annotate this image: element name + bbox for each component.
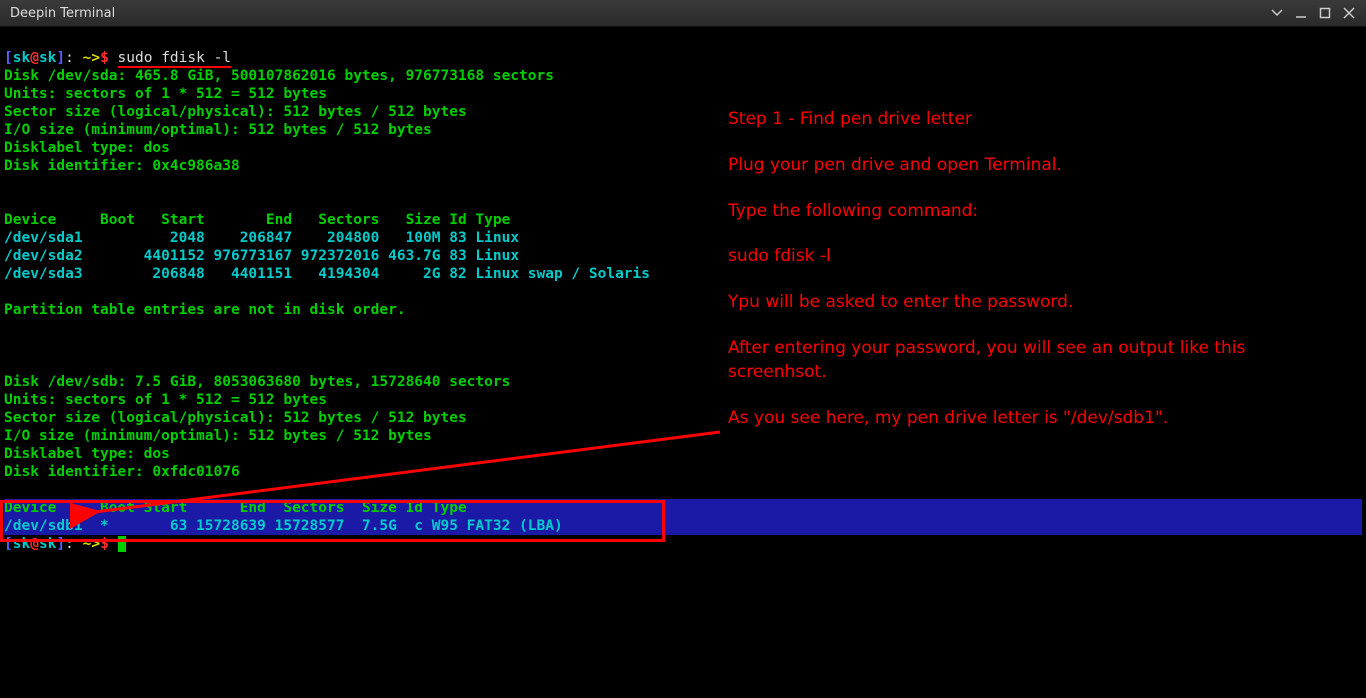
partition-warning: Partition table entries are not in disk … xyxy=(4,302,406,318)
disk-sdb-io: I/O size (minimum/optimal): 512 bytes / … xyxy=(4,428,432,444)
table-row: /dev/sdb1 * 63 15728639 15728577 7.5G c … xyxy=(4,518,563,534)
blank-line xyxy=(4,482,13,498)
window-title: Deepin Terminal xyxy=(6,6,1270,21)
blank-line xyxy=(4,284,13,300)
prompt-dollar: $ xyxy=(100,50,117,66)
annotation-text: Ypu will be asked to enter the password. xyxy=(728,291,1348,315)
prompt-line: [sk@sk]: ~>$ sudo fdisk -l xyxy=(4,50,231,68)
disk-sdb-sector: Sector size (logical/physical): 512 byte… xyxy=(4,410,467,426)
prompt-bracket: [ xyxy=(4,50,13,66)
blank-line xyxy=(4,320,13,336)
table-sda-header: Device Boot Start End Sectors Size Id Ty… xyxy=(4,212,510,228)
table-row: /dev/sda3 206848 4401151 4194304 2G 82 L… xyxy=(4,266,650,282)
prompt-bracket-close: ] xyxy=(56,50,65,66)
annotation-text: After entering your password, you will s… xyxy=(728,337,1348,385)
minimize-icon[interactable] xyxy=(1294,6,1308,20)
disk-sdb-units: Units: sectors of 1 * 512 = 512 bytes xyxy=(4,392,327,408)
disk-sdb-header: Disk /dev/sdb: 7.5 GiB, 8053063680 bytes… xyxy=(4,374,510,390)
disk-sda-header: Disk /dev/sda: 465.8 GiB, 500107862016 b… xyxy=(4,68,554,84)
sdb-table: Device Boot Start End Sectors Size Id Ty… xyxy=(4,500,1362,534)
terminal-cursor xyxy=(118,536,127,552)
table-sdb-header: Device Boot Start End Sectors Size Id Ty… xyxy=(4,500,467,516)
annotation-panel: Step 1 - Find pen drive letter Plug your… xyxy=(728,108,1348,452)
prompt-host: sk xyxy=(39,50,56,66)
blank-line xyxy=(4,356,13,372)
blank-line xyxy=(4,176,13,192)
disk-sda-sector: Sector size (logical/physical): 512 byte… xyxy=(4,104,467,120)
prompt-line-2: [sk@sk]: ~>$ xyxy=(4,536,126,552)
table-row: /dev/sda1 2048 206847 204800 100M 83 Lin… xyxy=(4,230,519,246)
window-titlebar: Deepin Terminal xyxy=(0,0,1366,27)
annotation-step: Step 1 - Find pen drive letter xyxy=(728,108,1348,132)
close-icon[interactable] xyxy=(1342,6,1356,20)
prompt-at: @ xyxy=(30,50,39,66)
menu-icon[interactable] xyxy=(1270,6,1284,20)
table-row: /dev/sda2 4401152 976773167 972372016 46… xyxy=(4,248,519,264)
blank-line xyxy=(4,194,13,210)
window-controls xyxy=(1270,6,1360,20)
blank-line xyxy=(4,338,13,354)
disk-sda-labeltype: Disklabel type: dos xyxy=(4,140,170,156)
disk-sdb-identifier: Disk identifier: 0xfdc01076 xyxy=(4,464,240,480)
disk-sda-identifier: Disk identifier: 0x4c986a38 xyxy=(4,158,240,174)
disk-sda-io: I/O size (minimum/optimal): 512 bytes / … xyxy=(4,122,432,138)
command-text: sudo fdisk -l xyxy=(118,50,232,68)
disk-sdb-labeltype: Disklabel type: dos xyxy=(4,446,170,462)
annotation-text: Type the following command: xyxy=(728,200,1348,224)
prompt-path: ~> xyxy=(83,50,100,66)
annotation-command: sudo fdisk -l xyxy=(728,245,1348,269)
disk-sda-units: Units: sectors of 1 * 512 = 512 bytes xyxy=(4,86,327,102)
prompt-user: sk xyxy=(13,50,30,66)
prompt-sep: : xyxy=(65,50,82,66)
annotation-text: As you see here, my pen drive letter is … xyxy=(728,407,1348,431)
maximize-icon[interactable] xyxy=(1318,6,1332,20)
annotation-text: Plug your pen drive and open Terminal. xyxy=(728,154,1348,178)
